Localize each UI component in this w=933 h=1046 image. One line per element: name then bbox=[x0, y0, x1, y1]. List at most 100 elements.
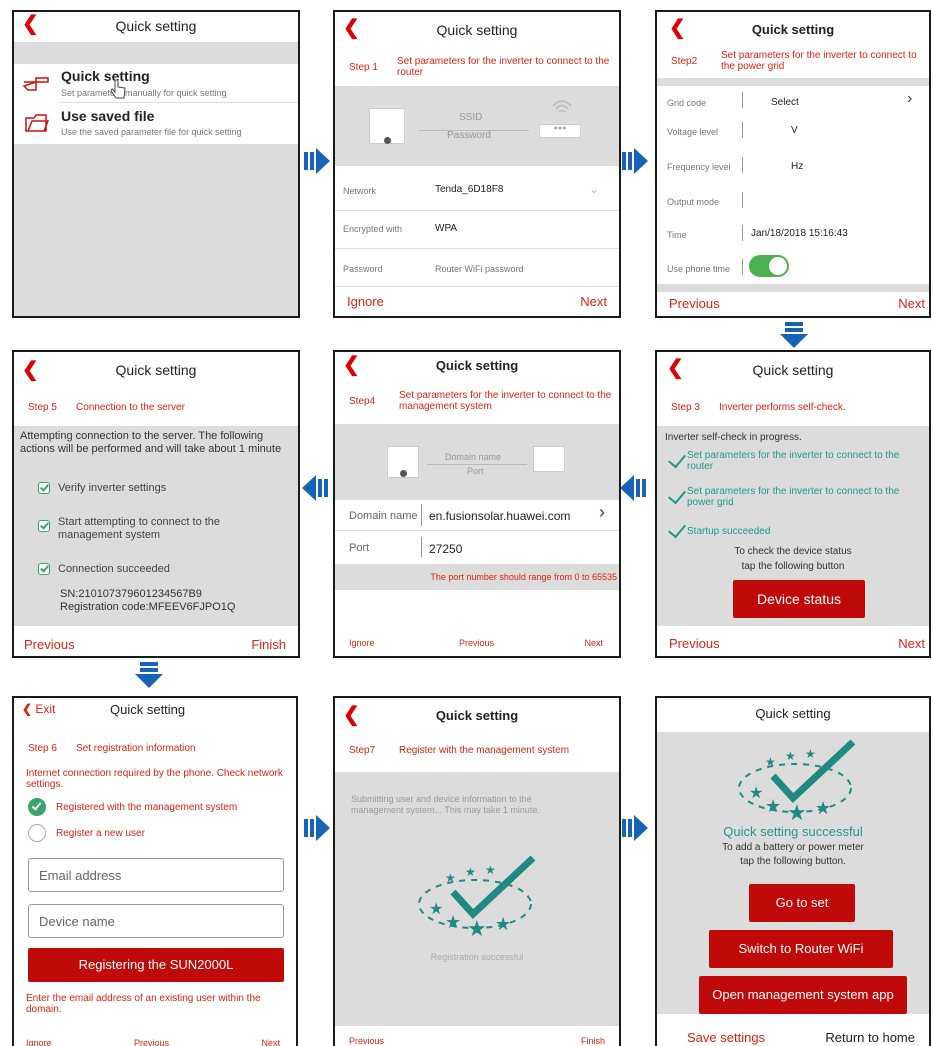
finish-button[interactable]: Finish bbox=[251, 637, 286, 652]
password-field-label: Password bbox=[343, 264, 383, 274]
back-icon[interactable]: ❮ bbox=[669, 18, 686, 38]
add-hint-2: tap the following button. bbox=[740, 856, 846, 867]
device-name-field[interactable]: Device name bbox=[28, 904, 284, 938]
use-phone-time-toggle[interactable] bbox=[749, 255, 789, 277]
step-label: Step7 bbox=[349, 745, 376, 756]
success-stars-check-icon: ★ ★ ★ ★ ★ ★ ★ bbox=[738, 739, 856, 825]
item-success: Connection succeeded bbox=[58, 563, 170, 575]
svg-text:★: ★ bbox=[765, 796, 781, 816]
domain-name-input[interactable]: en.fusionsolar.huawei.com bbox=[429, 509, 570, 523]
domain-name-label: Domain name bbox=[349, 510, 418, 522]
next-button[interactable]: Next bbox=[261, 1038, 280, 1046]
inverter-device-icon bbox=[369, 108, 405, 144]
open-management-app-button[interactable]: Open management system app bbox=[699, 976, 907, 1014]
ignore-button[interactable]: Ignore bbox=[349, 638, 375, 648]
step-description: Set parameters for the inverter to conne… bbox=[397, 56, 610, 78]
svg-text:★: ★ bbox=[495, 914, 511, 934]
checkmark-icon bbox=[668, 519, 686, 539]
item-verify: Verify inverter settings bbox=[58, 482, 167, 494]
next-button[interactable]: Next bbox=[584, 638, 603, 648]
device-status-button[interactable]: Device status bbox=[733, 580, 865, 618]
previous-button[interactable]: Previous bbox=[349, 1036, 384, 1046]
switch-router-wifi-button[interactable]: Switch to Router WiFi bbox=[709, 930, 893, 968]
flow-arrow-right-icon bbox=[304, 815, 330, 841]
option-quick-setting[interactable]: Quick setting Set parameters manually fo… bbox=[14, 64, 298, 102]
header: ❮ Quick setting bbox=[657, 12, 929, 42]
finish-button[interactable]: Finish bbox=[581, 1036, 605, 1046]
ignore-button[interactable]: Ignore bbox=[347, 294, 384, 309]
voltage-unit[interactable]: V bbox=[791, 125, 798, 136]
device-name-placeholder: Device name bbox=[39, 914, 115, 929]
password-row[interactable]: Password Router WiFi password bbox=[335, 252, 619, 286]
step-label: Step 6 bbox=[28, 743, 57, 754]
step-label: Step 3 bbox=[671, 402, 700, 413]
chevron-right-icon[interactable]: › bbox=[907, 90, 912, 108]
screen-step4-management: ❮ Quick setting Step4 Set parameters for… bbox=[333, 350, 621, 658]
email-hint: Enter the email address of an existing u… bbox=[26, 993, 261, 1015]
success-panel: ★ ★ ★ ★ ★ ★ ★ Quick setting successful T… bbox=[657, 732, 929, 1014]
svg-text:★: ★ bbox=[485, 863, 496, 877]
password-input[interactable]: Router WiFi password bbox=[435, 264, 524, 274]
page-title: Quick setting bbox=[436, 22, 518, 38]
ignore-button[interactable]: Ignore bbox=[26, 1038, 52, 1046]
flow-arrow-right-icon bbox=[622, 148, 648, 174]
screen-step2-grid: ❮ Quick setting Step2 Set parameters for… bbox=[655, 10, 931, 318]
save-settings-button[interactable]: Save settings bbox=[687, 1030, 765, 1045]
next-button[interactable]: Next bbox=[898, 296, 925, 311]
svg-text:★: ★ bbox=[465, 865, 476, 879]
option-use-saved-file[interactable]: Use saved file Use the saved parameter f… bbox=[14, 104, 298, 142]
intro-text: Attempting connection to the server. The… bbox=[20, 430, 282, 455]
hint-band: The port number should range from 0 to 6… bbox=[335, 564, 619, 590]
chevron-right-icon[interactable]: › bbox=[599, 502, 605, 523]
progress-text: Inverter self-check in progress. bbox=[665, 432, 802, 443]
back-icon[interactable]: ❮ bbox=[667, 358, 684, 378]
return-home-button[interactable]: Return to home bbox=[825, 1030, 915, 1045]
header: ❮ Quick setting bbox=[14, 352, 298, 388]
radio-registered-checked-icon[interactable] bbox=[28, 798, 46, 816]
option-title: Use saved file bbox=[61, 108, 155, 124]
email-field[interactable]: Email address bbox=[28, 858, 284, 892]
step-description: Set parameters for the inverter to conne… bbox=[721, 50, 917, 72]
ssid-label: SSID bbox=[459, 112, 483, 123]
back-icon[interactable]: ❮ bbox=[22, 360, 39, 380]
connection-diagram: Domain name Port bbox=[335, 424, 619, 500]
page-title: Quick setting bbox=[755, 706, 831, 721]
port-input[interactable]: 27250 bbox=[429, 542, 462, 556]
registration-code: Registration code:MFEEV6FJPO1Q bbox=[60, 601, 236, 613]
page-title: Quick setting bbox=[751, 22, 835, 37]
previous-button[interactable]: Previous bbox=[24, 637, 75, 652]
checkmark-icon bbox=[668, 485, 686, 505]
next-button[interactable]: Next bbox=[580, 294, 607, 309]
back-icon[interactable]: ❮ bbox=[343, 705, 360, 725]
check-icon bbox=[38, 520, 50, 532]
step-description: Inverter performs self-check. bbox=[719, 402, 846, 413]
next-button[interactable]: Next bbox=[898, 636, 925, 651]
previous-button[interactable]: Previous bbox=[669, 296, 720, 311]
encryption-value: WPA bbox=[435, 223, 458, 234]
register-button[interactable]: Registering the SUN2000L bbox=[28, 948, 284, 982]
grid-code-select[interactable]: Select bbox=[771, 97, 799, 108]
screen-step3-selfcheck: ❮ Quick setting Step 3 Inverter performs… bbox=[655, 350, 931, 658]
network-row[interactable]: Network Tenda_6D18F8 ⌄ bbox=[335, 172, 619, 210]
screen-step6-registration: ❮ Exit Quick setting Step 6 Set registra… bbox=[12, 696, 298, 1046]
previous-button[interactable]: Previous bbox=[459, 638, 494, 648]
option-subtitle: Set parameters manually for quick settin… bbox=[61, 88, 227, 98]
previous-button[interactable]: Previous bbox=[134, 1038, 169, 1046]
go-to-set-button[interactable]: Go to set bbox=[749, 884, 855, 922]
back-icon[interactable]: ❮ bbox=[22, 14, 39, 34]
progress-panel: Attempting connection to the server. The… bbox=[14, 426, 298, 626]
connection-diagram: SSID Password ●●● bbox=[335, 86, 619, 166]
radio-new-user-label: Register a new user bbox=[56, 828, 145, 839]
flow-arrow-left-icon bbox=[620, 475, 646, 501]
exit-button[interactable]: ❮ Exit bbox=[22, 702, 55, 716]
previous-button[interactable]: Previous bbox=[669, 636, 720, 651]
option-subtitle: Use the saved parameter file for quick s… bbox=[61, 127, 242, 137]
radio-new-user[interactable] bbox=[28, 824, 46, 842]
frequency-unit[interactable]: Hz bbox=[791, 161, 803, 172]
time-value[interactable]: Jan/18/2018 15:16:43 bbox=[751, 228, 848, 239]
back-icon[interactable]: ❮ bbox=[343, 355, 360, 375]
page-title: Quick setting bbox=[110, 702, 186, 717]
encryption-label: Encrypted with bbox=[343, 224, 403, 234]
back-icon[interactable]: ❮ bbox=[343, 18, 360, 38]
encryption-row[interactable]: Encrypted with WPA bbox=[335, 212, 619, 248]
